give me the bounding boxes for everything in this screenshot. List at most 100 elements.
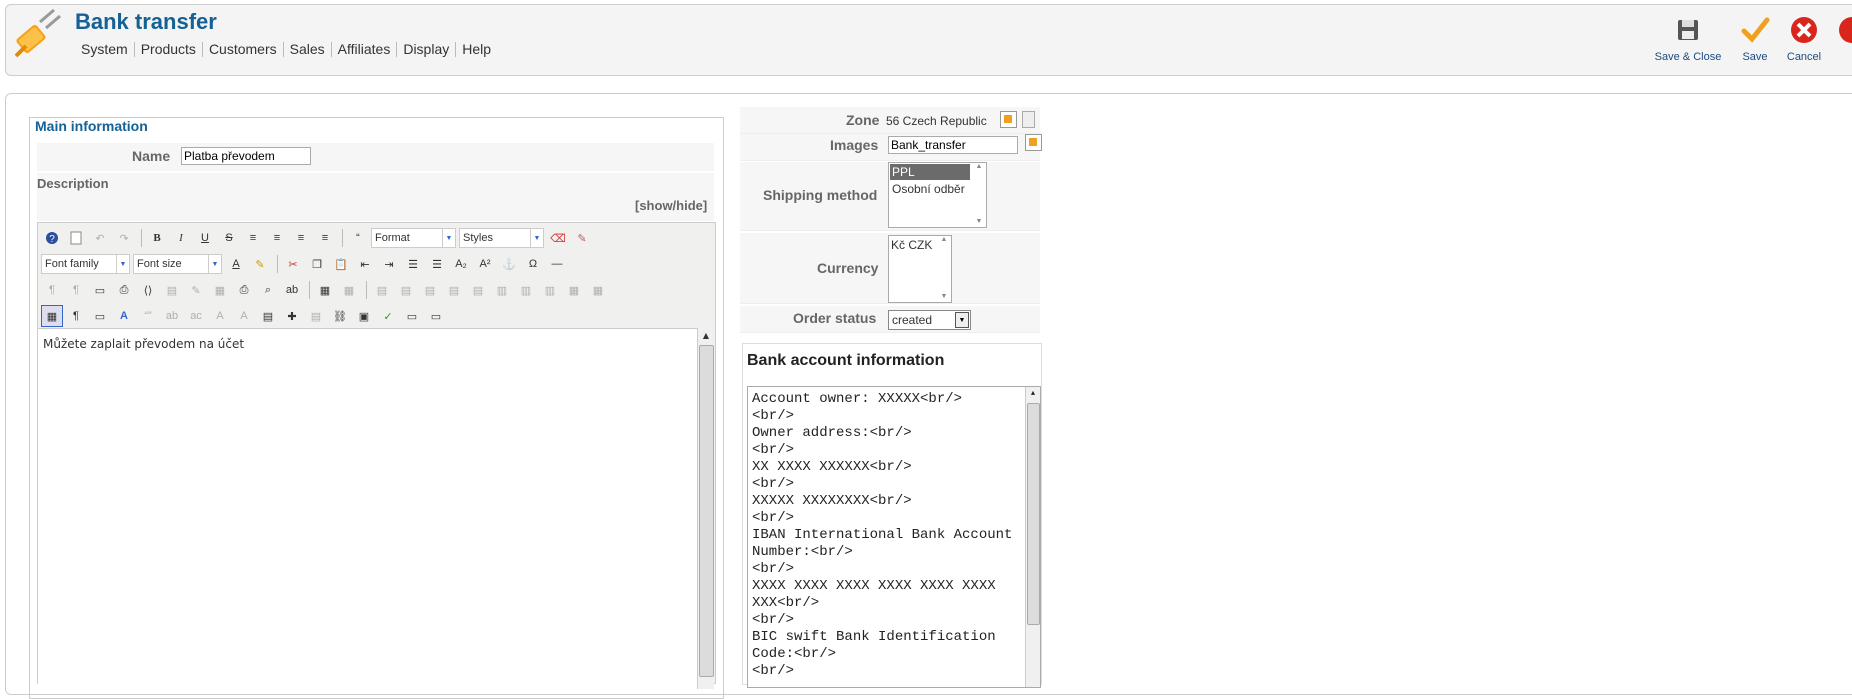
del-icon[interactable]: A: [209, 305, 231, 327]
shipping-method-list[interactable]: PPL Osobní odběr ▲ ▼: [888, 162, 987, 228]
ins-icon[interactable]: A: [233, 305, 255, 327]
editor-content-area[interactable]: Můžete zaplait převodem na účet ▲: [38, 328, 714, 689]
extra-toolbar-button[interactable]: [1836, 14, 1852, 51]
absolute-icon[interactable]: ✚: [281, 305, 303, 327]
indent-icon[interactable]: ⇥: [378, 253, 400, 275]
bold-icon[interactable]: B: [146, 227, 168, 249]
visual-aid-icon[interactable]: ▦: [41, 305, 63, 327]
scroll-down-arrow[interactable]: ▼: [937, 293, 951, 300]
cut-icon[interactable]: ✂: [282, 253, 304, 275]
replace-icon[interactable]: ab: [281, 279, 303, 301]
font-family-select[interactable]: Font family ▼: [41, 254, 130, 274]
paste-icon[interactable]: 📋: [330, 253, 352, 275]
outdent-icon[interactable]: ⇤: [354, 253, 376, 275]
italic-icon[interactable]: I: [170, 227, 192, 249]
edit-zone-icon[interactable]: [1000, 111, 1017, 128]
highlight-color-icon[interactable]: ✎: [249, 253, 271, 275]
name-input[interactable]: [181, 147, 311, 165]
cell-props-icon[interactable]: ▤: [395, 279, 417, 301]
special-char-icon[interactable]: Ω: [522, 253, 544, 275]
currency-scrollbar[interactable]: ▲ ▼: [937, 236, 951, 302]
move-forward-icon[interactable]: ▤: [305, 305, 327, 327]
menu-item-customers[interactable]: Customers: [203, 42, 284, 57]
format-select[interactable]: Format ▼: [371, 228, 456, 248]
new-document-icon[interactable]: [65, 227, 87, 249]
menu-item-products[interactable]: Products: [135, 42, 203, 57]
pagebreak-icon[interactable]: ▭: [89, 305, 111, 327]
edit-image-icon[interactable]: [1025, 134, 1042, 151]
edit-image-icon[interactable]: ✎: [185, 279, 207, 301]
abbr-icon[interactable]: ab: [161, 305, 183, 327]
attribs-icon[interactable]: ▤: [257, 305, 279, 327]
show-blocks-icon[interactable]: ¶: [65, 305, 87, 327]
styles-select[interactable]: Styles ▼: [459, 228, 544, 248]
layer-icon[interactable]: ▭: [425, 305, 447, 327]
subscript-icon[interactable]: A₂: [450, 253, 472, 275]
scroll-up-arrow[interactable]: ▲: [937, 236, 951, 243]
undo-icon[interactable]: ↶: [89, 227, 111, 249]
menu-item-display[interactable]: Display: [397, 42, 457, 57]
redo-icon[interactable]: ↷: [113, 227, 135, 249]
image-icon[interactable]: ▣: [353, 305, 375, 327]
menu-item-system[interactable]: System: [75, 42, 135, 57]
show-hide-toggle[interactable]: [show/hide]: [635, 198, 707, 213]
superscript-icon[interactable]: A²: [474, 253, 496, 275]
styleprops-icon[interactable]: A: [113, 305, 135, 327]
scroll-down-arrow[interactable]: ▼: [972, 218, 986, 225]
bank-scrollbar-thumb[interactable]: [1027, 403, 1040, 625]
save-close-button[interactable]: Save & Close: [1652, 14, 1724, 63]
code-icon[interactable]: ⟨⟩: [137, 279, 159, 301]
anchor-icon[interactable]: ⚓: [498, 253, 520, 275]
cite-icon[interactable]: “”: [137, 305, 159, 327]
menu-item-affiliates[interactable]: Affiliates: [332, 42, 398, 57]
editor-scrollbar-thumb[interactable]: [699, 345, 714, 677]
editor-scrollbar[interactable]: ▲: [697, 329, 714, 689]
nonbreaking-icon[interactable]: ▭: [401, 305, 423, 327]
media-icon[interactable]: ▦: [209, 279, 231, 301]
shipping-option-osobni[interactable]: Osobní odběr: [890, 181, 985, 197]
align-left-icon[interactable]: ≡: [290, 227, 312, 249]
text-color-icon[interactable]: A: [225, 253, 247, 275]
scroll-up-arrow[interactable]: ▲: [698, 329, 714, 343]
delete-zone-icon[interactable]: [1022, 111, 1035, 128]
horizontal-rule-icon[interactable]: —: [546, 253, 568, 275]
row-after-icon[interactable]: ▤: [443, 279, 465, 301]
currency-list[interactable]: Kč CZK ▲ ▼: [888, 235, 952, 303]
link-icon[interactable]: ⛓: [329, 305, 351, 327]
delete-table-icon[interactable]: ▦: [338, 279, 360, 301]
fullscreen-icon[interactable]: ▭: [89, 279, 111, 301]
remove-format-icon[interactable]: ⌫: [547, 227, 569, 249]
align-right-icon[interactable]: ≡: [314, 227, 336, 249]
scroll-up-arrow[interactable]: ▲: [972, 163, 986, 170]
shipping-option-ppl[interactable]: PPL: [890, 164, 970, 180]
menu-item-sales[interactable]: Sales: [284, 42, 332, 57]
images-input[interactable]: [888, 136, 1018, 154]
insert-table-icon[interactable]: ▦: [314, 279, 336, 301]
print-icon[interactable]: ⎙: [233, 279, 255, 301]
rtl-icon[interactable]: ¶: [65, 279, 87, 301]
justify-full-icon[interactable]: ≡: [242, 227, 264, 249]
bank-textarea-scrollbar[interactable]: ▲: [1025, 387, 1040, 687]
split-cells-icon[interactable]: ▦: [563, 279, 585, 301]
align-center-icon[interactable]: ≡: [266, 227, 288, 249]
scroll-up-arrow[interactable]: ▲: [1026, 387, 1040, 401]
cancel-button[interactable]: Cancel: [1784, 14, 1824, 63]
spellcheck-icon[interactable]: ✓: [377, 305, 399, 327]
row-props-icon[interactable]: ▤: [371, 279, 393, 301]
row-before-icon[interactable]: ▤: [419, 279, 441, 301]
template-icon[interactable]: ▤: [161, 279, 183, 301]
copy-icon[interactable]: ❐: [306, 253, 328, 275]
blockquote-icon[interactable]: “: [347, 227, 369, 249]
cleanup-broom-icon[interactable]: ✎: [571, 227, 593, 249]
delete-col-icon[interactable]: ▥: [539, 279, 561, 301]
strikethrough-icon[interactable]: S: [218, 227, 240, 249]
preview-icon[interactable]: ⎙: [113, 279, 135, 301]
order-status-select[interactable]: created ▼: [888, 310, 971, 330]
underline-icon[interactable]: U: [194, 227, 216, 249]
numbered-list-icon[interactable]: ☰: [402, 253, 424, 275]
bank-account-textarea[interactable]: Account owner: XXXXX<br/> <br/> Owner ad…: [747, 386, 1041, 688]
font-size-select[interactable]: Font size ▼: [133, 254, 222, 274]
help-icon[interactable]: ?: [41, 227, 63, 249]
col-before-icon[interactable]: ▥: [491, 279, 513, 301]
menu-item-help[interactable]: Help: [456, 42, 497, 57]
